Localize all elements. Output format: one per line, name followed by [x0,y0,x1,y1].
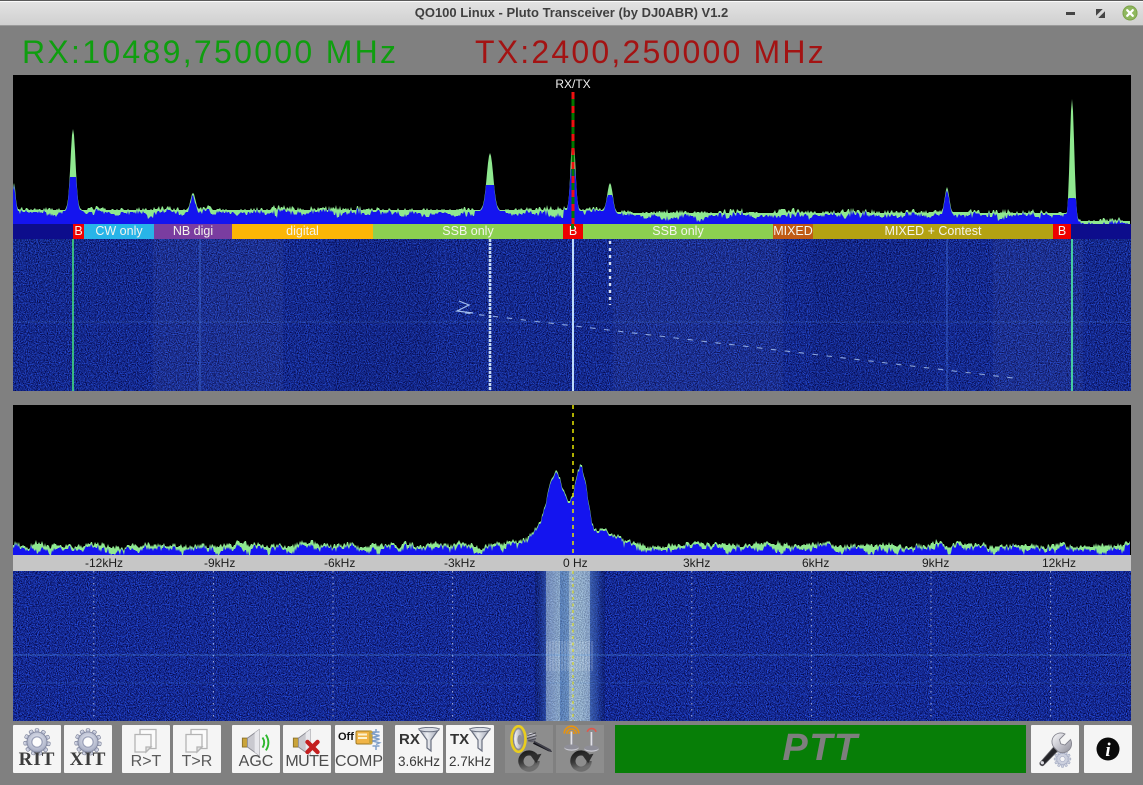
svg-text:Off: Off [338,731,354,743]
svg-text:RX/TX: RX/TX [555,77,590,91]
svg-text:i: i [1105,740,1111,761]
